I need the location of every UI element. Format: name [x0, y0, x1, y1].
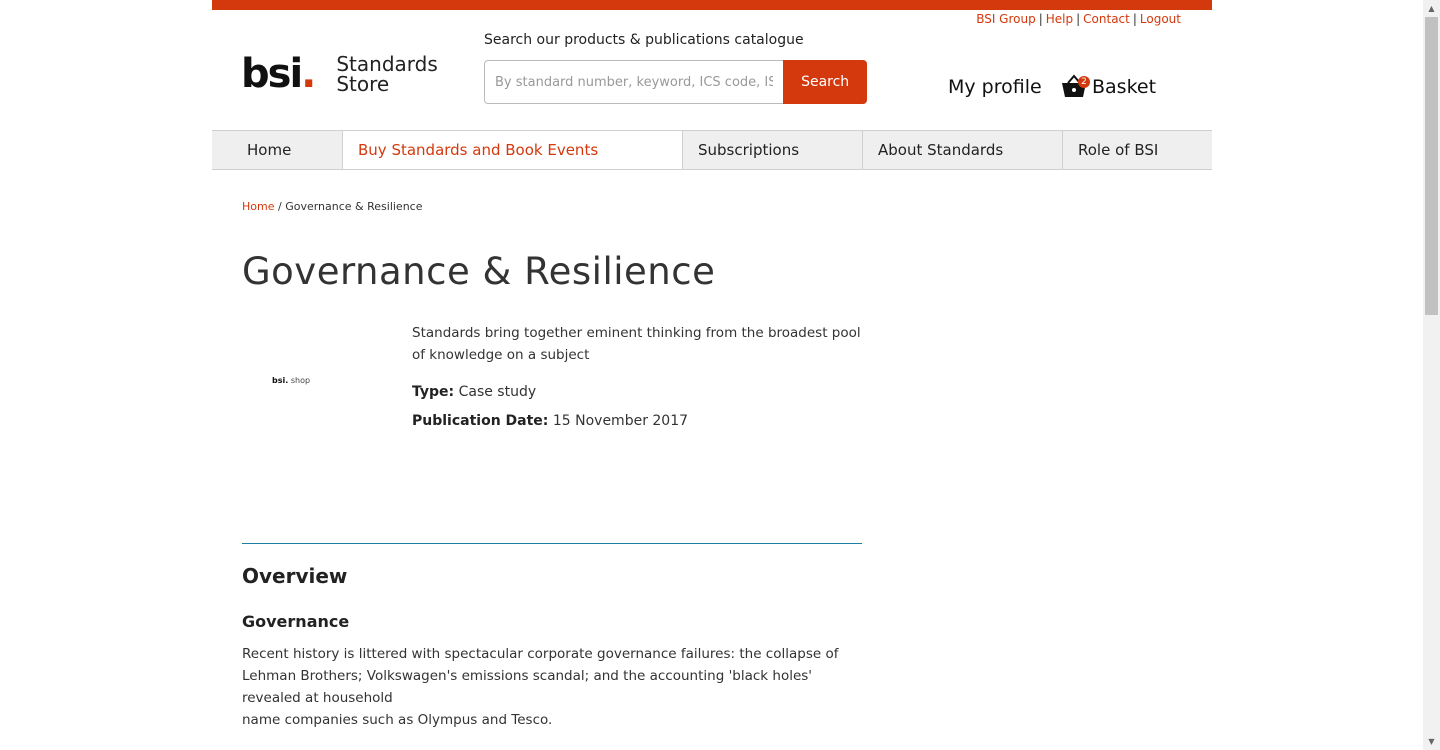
contact-link[interactable]: Contact — [1083, 12, 1130, 26]
basket-count-badge: 2 — [1078, 76, 1090, 88]
thumb-bsi: bsi. — [272, 376, 289, 385]
publication-date: Publication Date: 15 November 2017 — [412, 413, 688, 429]
scroll-thumb[interactable] — [1425, 17, 1438, 315]
governance-text-line2: name companies such as Olympus and Tesco… — [242, 712, 553, 728]
bsi-standards-store-logo[interactable]: bsi. Standards Store — [241, 52, 438, 96]
nav-subscriptions[interactable]: Subscriptions — [682, 131, 862, 169]
logout-link[interactable]: Logout — [1140, 12, 1181, 26]
nav-role-of-bsi[interactable]: Role of BSI — [1062, 131, 1212, 169]
basket-icon: 2 — [1060, 72, 1090, 102]
breadcrumb: Home / Governance & Resilience — [242, 200, 423, 213]
search-button[interactable]: Search — [783, 60, 867, 104]
type-label: Type: — [412, 384, 455, 400]
date-label: Publication Date: — [412, 413, 549, 429]
help-link[interactable]: Help — [1046, 12, 1073, 26]
search-title: Search our products & publications catal… — [484, 32, 804, 48]
section-divider — [242, 543, 862, 544]
utility-links: BSI Group | Help | Contact | Logout — [976, 12, 1181, 26]
breadcrumb-separator: / — [274, 200, 286, 213]
my-profile-link[interactable]: My profile — [948, 76, 1042, 98]
product-type: Type: Case study — [412, 384, 536, 400]
governance-subheading: Governance — [242, 612, 350, 631]
breadcrumb-home-link[interactable]: Home — [242, 200, 274, 213]
logo-wordmark: bsi. — [241, 51, 316, 97]
nav-buy-standards[interactable]: Buy Standards and Book Events — [342, 131, 682, 169]
date-value: 15 November 2017 — [552, 413, 689, 429]
product-description: Standards bring together eminent thinkin… — [412, 325, 861, 363]
scroll-up-arrow-icon[interactable]: ▲ — [1423, 0, 1440, 17]
basket-link[interactable]: 2 Basket — [1060, 72, 1156, 102]
type-value: Case study — [458, 384, 537, 400]
nav-about-standards[interactable]: About Standards — [862, 131, 1062, 169]
logo-store-text: Standards Store — [336, 52, 438, 96]
governance-paragraph: Recent history is littered with spectacu… — [242, 643, 867, 731]
main-navigation: Home Buy Standards and Book Events Subsc… — [212, 130, 1212, 170]
overview-heading: Overview — [242, 564, 348, 588]
vertical-scrollbar[interactable]: ▲ ▼ — [1423, 0, 1440, 750]
page-container: BSI Group | Help | Contact | Logout bsi. Stand… — [212, 0, 1212, 750]
breadcrumb-current: Governance & Resilience — [285, 200, 423, 213]
brand-top-bar — [212, 0, 1212, 10]
thumb-shop: shop — [290, 376, 311, 385]
product-thumbnail[interactable]: bsi. shop — [272, 376, 372, 396]
search-input[interactable] — [484, 60, 784, 104]
search-bar: Search — [484, 60, 867, 104]
page-title: Governance & Resilience — [242, 250, 716, 293]
governance-text-line1: Recent history is littered with spectacu… — [242, 646, 839, 706]
bsi-group-link[interactable]: BSI Group — [976, 12, 1036, 26]
basket-label: Basket — [1092, 76, 1157, 98]
scroll-down-arrow-icon[interactable]: ▼ — [1423, 733, 1440, 750]
nav-home[interactable]: Home — [212, 131, 342, 169]
